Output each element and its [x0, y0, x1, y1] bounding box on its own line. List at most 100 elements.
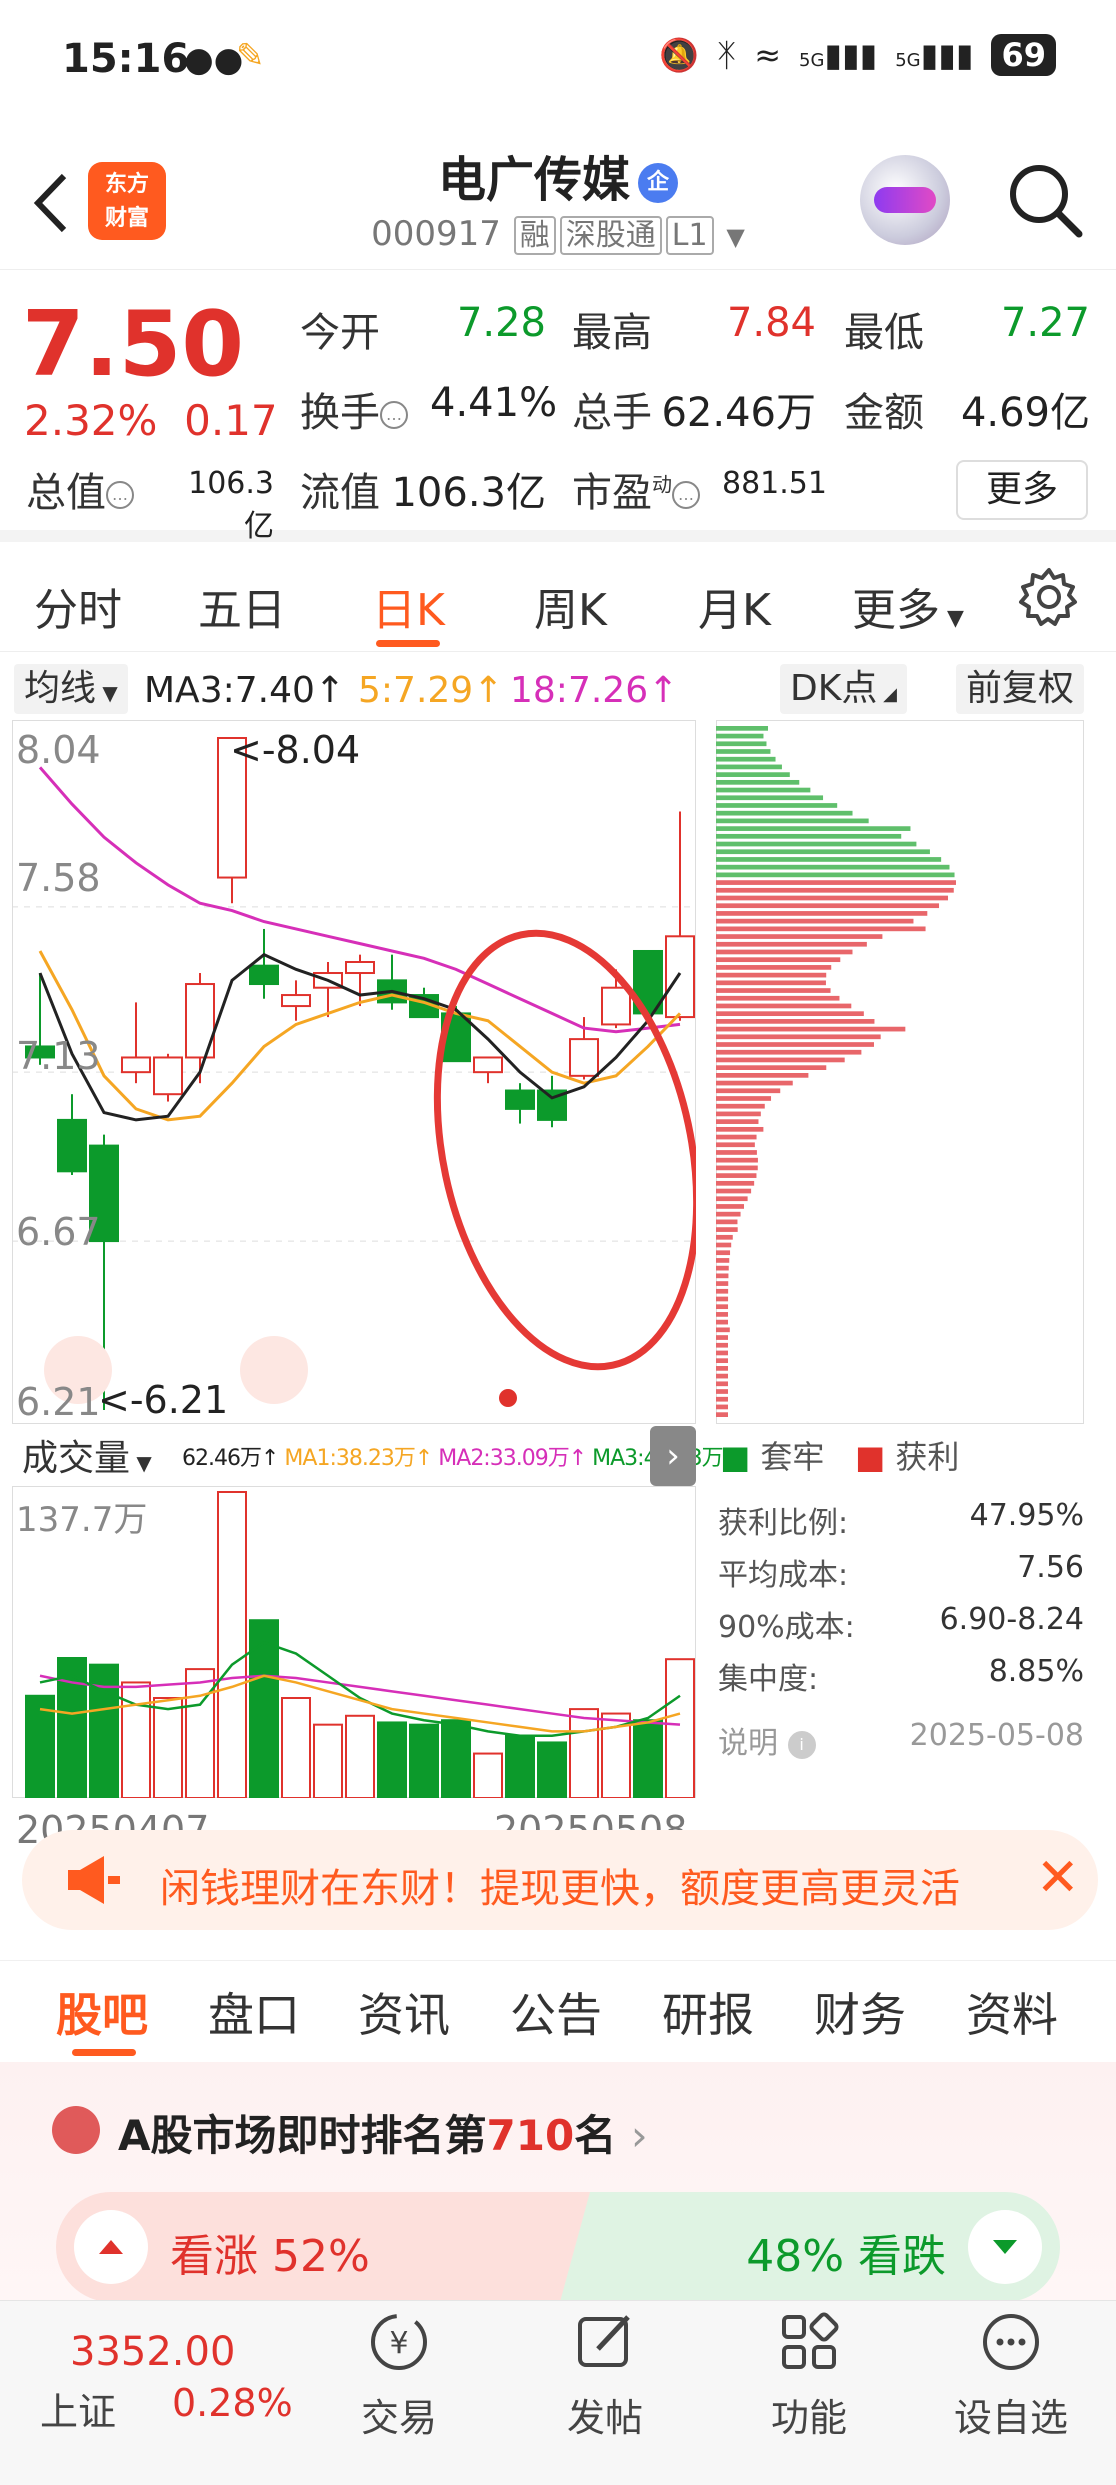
tab-research[interactable]: 研报: [662, 1979, 754, 2045]
ranking-chart-icon: [52, 2106, 100, 2154]
volume-bar: [569, 1708, 599, 1798]
tab-intraday[interactable]: 分时: [34, 574, 122, 638]
chip-bar: [716, 1258, 730, 1263]
concentration-label: 集中度:: [718, 1662, 819, 1697]
tab-pankou[interactable]: 盘口: [208, 1979, 300, 2045]
chip-bar: [716, 1188, 752, 1194]
price-change: 2.32% 0.17: [24, 396, 278, 445]
amount-label: 金额: [844, 390, 924, 436]
volume-value: 62.46万: [661, 390, 816, 436]
info-icon[interactable]: …: [380, 401, 408, 429]
avg-cost-label: 平均成本:: [718, 1558, 849, 1593]
tab-monthly-k[interactable]: 月K: [698, 574, 771, 638]
volume-bar: [473, 1752, 503, 1798]
chip-bar: [716, 1080, 793, 1086]
close-icon[interactable]: ✕: [1036, 1848, 1080, 1908]
y-tick-label: 7.13: [16, 1034, 101, 1078]
volume-bar: [409, 1723, 439, 1798]
dk-point-toggle[interactable]: DK点 ◢: [780, 664, 907, 714]
chip-bar: [716, 1227, 738, 1232]
tab-daily-k[interactable]: 日K: [372, 574, 445, 638]
chevron-down-icon[interactable]: ▼: [726, 223, 744, 251]
y-tick-label: 6.67: [16, 1210, 101, 1254]
ai-assistant-avatar[interactable]: [860, 155, 950, 245]
index-value: 3352.00: [70, 2329, 236, 2375]
chip-bar: [716, 1019, 875, 1024]
tab-5day[interactable]: 五日: [198, 574, 286, 638]
adjust-mode-button[interactable]: 前复权: [956, 664, 1085, 714]
event-marker-dot: [499, 1389, 517, 1407]
level-tag[interactable]: L1: [665, 216, 714, 255]
edit-post-icon: [578, 2315, 630, 2367]
y-tick-label: 8.04: [16, 728, 101, 772]
tab-profile[interactable]: 资料: [966, 1979, 1058, 2045]
chevron-right-icon[interactable]: ›: [650, 1426, 696, 1486]
chip-bar: [716, 1281, 729, 1286]
max-price-label: <-8.04: [230, 728, 361, 772]
chip-bar: [716, 749, 771, 754]
chip-bar: [716, 864, 950, 870]
nav-trade[interactable]: ¥ 交易: [324, 2307, 474, 2442]
nav-add-watchlist[interactable]: 设自选: [936, 2307, 1086, 2442]
chip-bar: [716, 1204, 745, 1209]
tab-guba[interactable]: 股吧: [56, 1979, 148, 2045]
nav-post[interactable]: 发帖: [530, 2307, 680, 2442]
volume-bar: [537, 1741, 567, 1798]
tab-finance[interactable]: 财务: [814, 1979, 906, 2045]
more-quote-button[interactable]: 更多: [956, 460, 1088, 520]
candlestick-chart[interactable]: [12, 720, 696, 1424]
tab-weekly-k[interactable]: 周K: [534, 574, 607, 638]
chip-bar: [716, 849, 930, 855]
chip-bar: [716, 1057, 845, 1063]
chip-bar: [716, 1073, 809, 1078]
search-icon[interactable]: [1005, 160, 1085, 240]
profit-ratio-label: 获利比例:: [718, 1506, 849, 1541]
tab-news[interactable]: 资讯: [358, 1979, 450, 2045]
nav-functions[interactable]: 功能: [734, 2307, 884, 2442]
signal-icon-1: 5G▮▮▮: [799, 36, 878, 74]
chip-bar: [716, 1026, 906, 1032]
chip-bar: [716, 841, 917, 847]
chip-bar: [716, 857, 942, 862]
chip-bar: [716, 965, 832, 970]
candle-body: [249, 964, 279, 986]
chip-bar: [716, 895, 949, 901]
info-icon[interactable]: …: [106, 481, 134, 509]
rank-title[interactable]: A股市场即时排名第710名 ›: [118, 2102, 648, 2163]
volume-dropdown[interactable]: 成交量 ▼: [12, 1434, 162, 1484]
cost90-value: 6.90-8.24: [939, 1602, 1084, 1637]
open-value: 7.28: [456, 300, 546, 346]
chip-date: 2025-05-08: [909, 1718, 1084, 1753]
gear-icon[interactable]: [1018, 566, 1080, 628]
bluetooth-icon: ᛡ: [716, 36, 737, 74]
chip-bar: [716, 949, 853, 955]
candle-body: [505, 1089, 535, 1110]
last-price: 7.50: [22, 292, 245, 397]
high-label: 最高: [572, 310, 652, 356]
chip-bar: [716, 1319, 729, 1325]
chip-bar: [716, 1366, 728, 1371]
volume-bar: [153, 1697, 183, 1798]
active-tab-indicator: [72, 2049, 136, 2056]
period-tabs: 分时 五日 日K 周K 月K 更多 ▼: [0, 556, 1116, 652]
pe-value: 881.51: [722, 466, 827, 501]
legend-trapped: 套牢: [760, 1438, 825, 1476]
tab-more[interactable]: 更多 ▼: [852, 574, 964, 638]
chip-bar: [716, 941, 867, 947]
info-icon[interactable]: …: [672, 481, 700, 509]
mktcap-label: 总值…: [26, 460, 134, 518]
chip-bar: [716, 1042, 874, 1047]
promo-banner[interactable]: 闲钱理财在东财！提现更快，额度更高更灵活 ✕: [22, 1830, 1098, 1930]
volume-bar: [281, 1697, 311, 1798]
candle-body: [473, 1056, 503, 1074]
app-notify-icon: ✎: [236, 36, 265, 76]
profit-ratio-value: 47.95%: [969, 1498, 1084, 1533]
float-value: 106.3亿: [391, 470, 546, 516]
tab-announcements[interactable]: 公告: [510, 1979, 602, 2045]
chip-bar: [716, 880, 956, 885]
ma-dropdown[interactable]: 均线 ▼: [14, 664, 128, 714]
stock-code-line: 000917 融深股通 L1 ▼: [0, 210, 1116, 255]
note-link[interactable]: 说明 i: [718, 1718, 816, 1762]
expand-icon: [240, 1336, 308, 1404]
mktcap-value: 106.3亿: [188, 466, 274, 544]
